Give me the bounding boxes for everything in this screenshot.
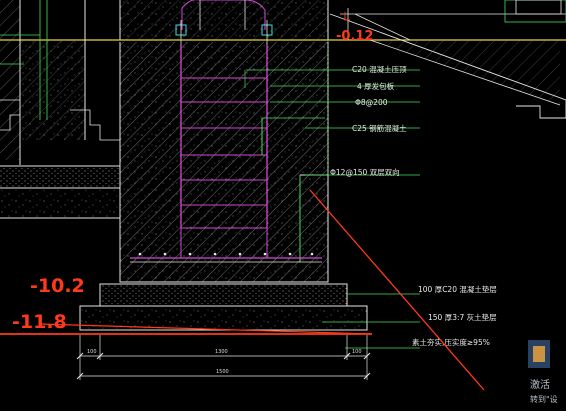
dim-right: 100 <box>352 349 362 355</box>
activation-watermark: 激活 转到"设 <box>528 340 558 404</box>
dim-middle: 1300 <box>215 349 228 355</box>
dim-total: 1500 <box>216 369 229 375</box>
callout-c25-concrete: C25 钢筋混凝土 <box>352 123 407 133</box>
callout-c20-cover: C20 混凝土压顶 <box>352 64 407 74</box>
callout-rebar-stirrup: Φ12@150 双层双向 <box>330 167 400 177</box>
layer-lime-soil: 150 厚3:7 灰土垫层 <box>428 312 497 322</box>
dim-left: 100 <box>87 349 97 355</box>
layer-cushion-c20: 100 厚C20 混凝土垫层 <box>418 284 497 294</box>
cushion-layers <box>79 283 420 349</box>
hand-elevation-2: -11.8 <box>12 311 67 333</box>
callout-bag-cover: 4 厚发包板 <box>357 81 395 91</box>
callout-rebar-d: Φ8@200 <box>355 98 388 107</box>
cap-block <box>119 0 329 45</box>
hand-elevation-1: -10.2 <box>30 275 85 297</box>
foundation-section-drawing: C20 混凝土压顶 4 厚发包板 Φ8@200 C25 钢筋混凝土 Φ12@15… <box>0 0 566 404</box>
hand-top-elevation: -0.12 <box>336 29 373 44</box>
left-structure <box>0 0 120 219</box>
watermark-line2: 转到"设 <box>530 394 558 404</box>
cad-drawing-canvas: C20 混凝土压顶 4 厚发包板 Φ8@200 C25 钢筋混凝土 Φ12@15… <box>0 0 566 411</box>
layer-compacted-soil: 素土夯实,压实度≥95% <box>412 337 490 347</box>
watermark-line1: 激活 <box>530 378 550 391</box>
